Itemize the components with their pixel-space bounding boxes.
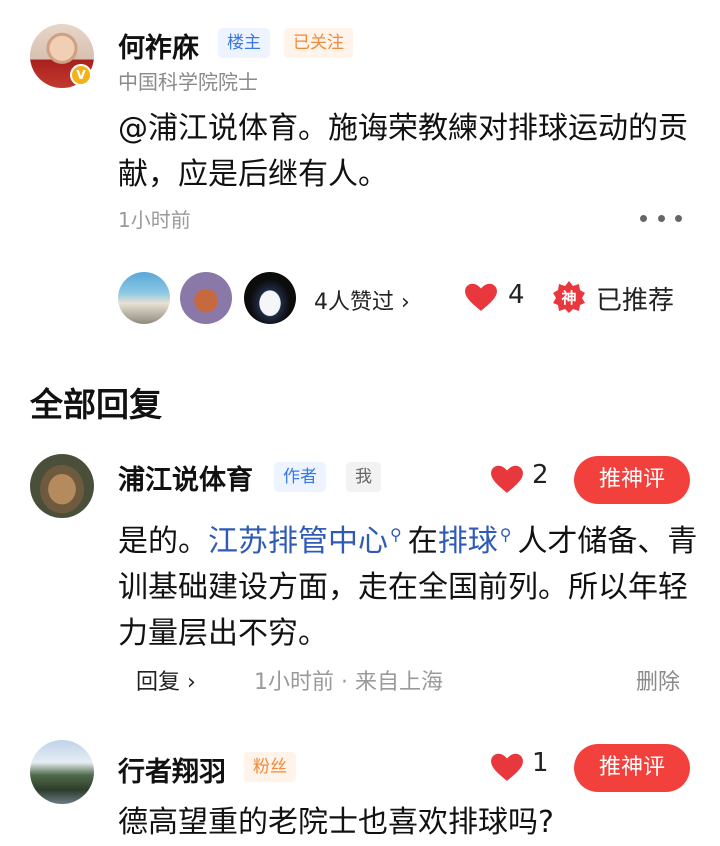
- reply-avatar[interactable]: [30, 740, 94, 804]
- recommended-status[interactable]: 已推荐: [596, 280, 674, 317]
- author-tag: 作者: [274, 462, 326, 492]
- reply-like-count: 1: [532, 748, 549, 778]
- like-count: 4: [508, 280, 525, 310]
- fan-tag: 粉丝: [244, 752, 296, 782]
- liker-avatar[interactable]: [244, 272, 296, 324]
- post-time: 1小时前: [118, 208, 191, 232]
- reply-button[interactable]: 回复 ›: [136, 664, 196, 696]
- heart-icon[interactable]: [490, 752, 524, 782]
- heart-icon[interactable]: [464, 282, 498, 312]
- keyword-link[interactable]: 排球: [438, 524, 498, 559]
- reply-meta: 1小时前 · 来自上海: [254, 670, 443, 695]
- replies-section-title: 全部回复: [30, 385, 162, 424]
- search-icon: ⚲: [390, 525, 402, 544]
- reply-text: 德高望重的老院士也喜欢排球吗?: [118, 805, 554, 840]
- more-options-icon[interactable]: [640, 204, 682, 232]
- shen-char: 神: [561, 289, 576, 307]
- reply-avatar[interactable]: [30, 454, 94, 518]
- liker-avatar[interactable]: [180, 272, 232, 324]
- post-text: @浦江说体育。施诲荣教練对排球运动的贡献，应是后继有人。: [118, 111, 688, 192]
- author-title: 中国科学院院士: [118, 70, 258, 94]
- liker-avatar[interactable]: [118, 272, 170, 324]
- keyword-link[interactable]: 江苏排管中心: [208, 524, 388, 559]
- reply-text: 是的。江苏排管中心 ⚲ 在排球 ⚲ 人才储备、青训基础建设方面，走在全国前列。所以年轻力…: [118, 512, 698, 657]
- reply-like-count: 2: [532, 460, 549, 490]
- heart-icon[interactable]: [490, 464, 524, 494]
- push-comment-button[interactable]: 推神评: [574, 456, 690, 504]
- reply-author-name[interactable]: 行者翔羽: [118, 750, 226, 789]
- likers-summary-link[interactable]: 4人赞过 ›: [314, 284, 410, 316]
- me-tag: 我: [346, 462, 381, 492]
- search-icon: ⚲: [499, 525, 512, 544]
- verified-badge-icon: V: [70, 64, 92, 86]
- reply-text-pre: 是的。: [118, 524, 208, 559]
- comment-thread: V 何祚庥 楼主 已关注 中国科学院院士 @浦江说体育。施诲荣教練对排球运动的贡…: [0, 0, 720, 846]
- reply-text-mid: 在: [407, 524, 438, 559]
- author-name[interactable]: 何祚庥: [118, 26, 199, 65]
- owner-tag: 楼主: [218, 28, 270, 58]
- delete-button[interactable]: 删除: [636, 664, 680, 696]
- followed-tag: 已关注: [284, 28, 353, 58]
- shen-badge-icon: 神: [553, 281, 585, 313]
- push-comment-button[interactable]: 推神评: [574, 744, 690, 792]
- reply-author-name[interactable]: 浦江说体育: [118, 458, 253, 497]
